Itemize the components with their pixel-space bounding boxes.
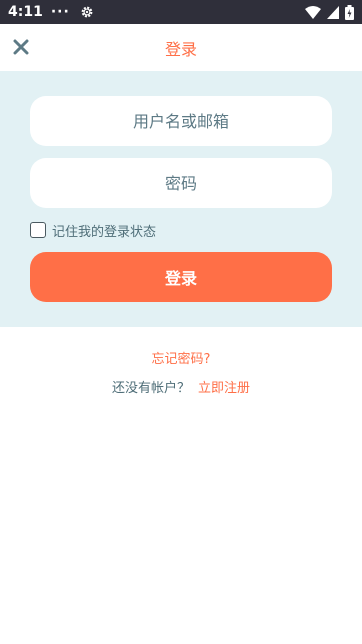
no-account-prompt: 还没有帐户？ xyxy=(111,381,190,396)
app-bar: 登录 xyxy=(0,24,362,71)
wifi-icon xyxy=(305,5,321,19)
status-time: 4:11 xyxy=(8,4,43,20)
status-bar: 4:11 ··· xyxy=(0,0,362,24)
signal-icon xyxy=(327,5,339,19)
register-link[interactable]: 立即注册 xyxy=(198,381,250,396)
checkbox-box[interactable] xyxy=(30,222,46,238)
gear-icon xyxy=(80,5,94,19)
username-input[interactable] xyxy=(30,96,332,146)
remember-me-checkbox[interactable]: 记住我的登录状态 xyxy=(30,221,157,240)
login-panel: 记住我的登录状态 登录 xyxy=(0,71,362,327)
login-button[interactable]: 登录 xyxy=(30,252,332,302)
remember-me-label: 记住我的登录状态 xyxy=(52,224,157,240)
notification-dots: ··· xyxy=(50,4,70,20)
password-input[interactable] xyxy=(30,158,332,208)
signup-row: 还没有帐户？ 立即注册 xyxy=(0,377,362,396)
battery-icon xyxy=(345,4,354,20)
close-icon[interactable] xyxy=(10,36,32,58)
page-title: 登录 xyxy=(164,39,197,59)
forgot-password-link[interactable]: 忘记密码? xyxy=(0,348,362,367)
